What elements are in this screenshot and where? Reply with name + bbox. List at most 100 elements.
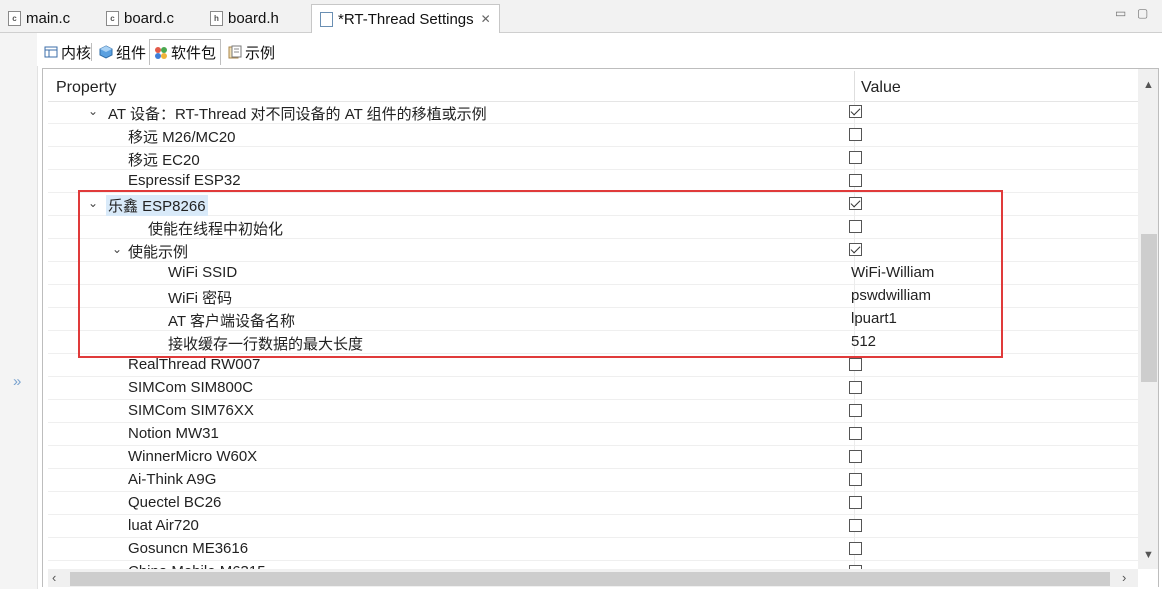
property-checkbox[interactable] (849, 450, 862, 463)
property-row[interactable]: ⌄ 使能示例 (48, 239, 1138, 262)
property-label: SIMCom SIM76XX (128, 402, 254, 419)
property-grid: Property Value ⌄ AT 设备：RT-Thread 对不同设备的 A… (42, 68, 1159, 587)
scroll-thumb[interactable] (1141, 234, 1157, 382)
subtab-example[interactable]: 示例 (224, 40, 279, 64)
kernel-icon (44, 45, 58, 59)
subtab-label: 示例 (245, 44, 276, 62)
property-label: 使能示例 (128, 244, 189, 261)
expand-chevron-icon[interactable]: ⌄ (112, 242, 122, 256)
property-row[interactable]: WiFi 密码 pswdwilliam (48, 285, 1138, 308)
tab-label: board.h (228, 9, 279, 27)
property-label: 移远 M26/MC20 (128, 129, 236, 146)
property-checkbox[interactable] (849, 519, 862, 532)
subtab-label: 组件 (116, 44, 147, 62)
property-row[interactable]: 移远 EC20 (48, 147, 1138, 170)
property-label: AT 设备：RT-Thread 对不同设备的 AT 组件的移植或示例 (108, 106, 487, 123)
subtab-kernel[interactable]: 内核 (40, 40, 95, 64)
component-icon (99, 45, 113, 59)
property-value-field[interactable]: lpuart1 (851, 310, 897, 327)
subtab-package[interactable]: 软件包 (149, 39, 222, 65)
scroll-down-icon[interactable]: ▼ (1143, 549, 1154, 561)
property-row[interactable]: luat Air720 (48, 515, 1138, 538)
property-label: luat Air720 (128, 517, 199, 534)
property-row[interactable]: 使能在线程中初始化 (48, 216, 1138, 239)
property-row[interactable]: RealThread RW007 (48, 354, 1138, 377)
property-row[interactable]: 接收缓存一行数据的最大长度 512 (48, 331, 1138, 354)
property-checkbox[interactable] (849, 128, 862, 141)
scroll-left-icon[interactable]: ‹ (52, 570, 56, 585)
property-checkbox[interactable] (849, 496, 862, 509)
property-row[interactable]: WinnerMicro W60X (48, 446, 1138, 469)
tab-main-c[interactable]: c main.c (0, 4, 78, 32)
property-label: WinnerMicro W60X (128, 448, 258, 465)
close-icon[interactable]: ✕ (481, 12, 491, 26)
property-value-field[interactable]: WiFi-William (851, 264, 934, 281)
property-label: Notion MW31 (128, 425, 219, 442)
expand-panel-icon[interactable]: » (13, 373, 21, 390)
tab-label: *RT-Thread Settings (338, 10, 474, 28)
property-row[interactable]: ⌄ 乐鑫 ESP8266 (48, 193, 1138, 216)
vertical-scrollbar[interactable]: ▲ ▼ (1138, 69, 1158, 569)
expand-chevron-icon[interactable]: ⌄ (88, 104, 98, 118)
horizontal-scrollbar[interactable]: ‹ › (48, 569, 1138, 587)
property-row[interactable]: Notion MW31 (48, 423, 1138, 446)
property-label: 使能在线程中初始化 (148, 221, 284, 238)
column-divider[interactable] (854, 71, 855, 101)
property-label: 移远 EC20 (128, 152, 200, 169)
property-value-field[interactable]: pswdwilliam (851, 287, 931, 304)
property-checkbox[interactable] (849, 197, 862, 210)
property-label: Espressif ESP32 (128, 172, 241, 189)
property-checkbox[interactable] (849, 243, 862, 256)
c-file-icon: c (8, 10, 21, 26)
scroll-right-icon[interactable]: › (1122, 570, 1126, 585)
collapsed-side-panel: » (0, 33, 38, 589)
property-checkbox[interactable] (849, 427, 862, 440)
property-checkbox[interactable] (849, 220, 862, 233)
subtab-label: 软件包 (171, 45, 217, 62)
expand-chevron-icon[interactable]: ⌄ (88, 196, 98, 210)
column-header-property[interactable]: Property (56, 79, 116, 97)
editor-tab-bar: c main.c c board.c h board.h *RT-Thread … (0, 0, 1162, 33)
property-label: Ai-Think A9G (128, 471, 217, 488)
property-label: RealThread RW007 (128, 356, 261, 373)
property-row[interactable]: WiFi SSID WiFi-William (48, 262, 1138, 285)
tab-board-h[interactable]: h board.h (202, 4, 287, 32)
maximize-icon[interactable]: ▢ (1137, 6, 1148, 20)
property-checkbox[interactable] (849, 473, 862, 486)
property-row[interactable]: Ai-Think A9G (48, 469, 1138, 492)
property-row[interactable]: SIMCom SIM800C (48, 377, 1138, 400)
property-checkbox[interactable] (849, 381, 862, 394)
property-checkbox[interactable] (849, 542, 862, 555)
minimize-icon[interactable]: ▭ (1115, 6, 1126, 20)
property-checkbox[interactable] (849, 174, 862, 187)
property-checkbox[interactable] (849, 151, 862, 164)
tab-divider (91, 43, 92, 61)
tab-label: board.c (124, 9, 175, 27)
property-label: WiFi SSID (168, 264, 238, 281)
property-checkbox[interactable] (849, 105, 862, 118)
subtab-component[interactable]: 组件 (95, 40, 150, 64)
property-checkbox[interactable] (849, 358, 862, 371)
c-file-icon: c (106, 10, 119, 26)
property-row[interactable]: SIMCom SIM76XX (48, 400, 1138, 423)
scroll-up-icon[interactable]: ▲ (1143, 79, 1154, 91)
property-row[interactable]: AT 客户端设备名称 lpuart1 (48, 308, 1138, 331)
grid-header: Property Value (48, 69, 1138, 102)
property-row[interactable]: ⌄ AT 设备：RT-Thread 对不同设备的 AT 组件的移植或示例 (48, 101, 1138, 124)
scroll-thumb[interactable] (70, 572, 1110, 586)
property-checkbox[interactable] (849, 404, 862, 417)
tab-board-c[interactable]: c board.c (98, 4, 182, 32)
property-row[interactable]: Gosuncn ME3616 (48, 538, 1138, 561)
property-label: AT 客户端设备名称 (168, 313, 295, 330)
property-value-field[interactable]: 512 (851, 333, 876, 350)
property-label: 接收缓存一行数据的最大长度 (168, 336, 364, 353)
property-row[interactable]: Quectel BC26 (48, 492, 1138, 515)
property-label: SIMCom SIM800C (128, 379, 254, 396)
property-row[interactable]: Espressif ESP32 (48, 170, 1138, 193)
property-label: Quectel BC26 (128, 494, 222, 511)
column-header-value[interactable]: Value (861, 79, 901, 97)
property-row[interactable]: 移远 M26/MC20 (48, 124, 1138, 147)
tab-rt-thread-settings[interactable]: *RT-Thread Settings ✕ (311, 4, 500, 33)
tab-label: main.c (26, 9, 71, 27)
property-label: 乐鑫 ESP8266 (106, 195, 208, 216)
